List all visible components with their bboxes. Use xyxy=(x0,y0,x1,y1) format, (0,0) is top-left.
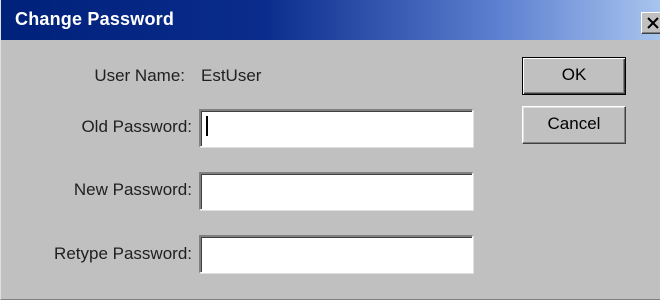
ok-button[interactable]: OK xyxy=(522,57,626,95)
user-name-value: EstUser xyxy=(201,66,262,85)
close-button[interactable] xyxy=(641,12,660,34)
close-x-icon xyxy=(647,17,659,29)
change-password-dialog: Change Password User Name: EstUser Old P… xyxy=(0,0,660,300)
old-password-field[interactable] xyxy=(199,109,473,147)
old-password-label: Old Password: xyxy=(81,117,192,136)
retype-password-field[interactable] xyxy=(199,235,473,273)
retype-password-label: Retype Password: xyxy=(54,244,192,263)
user-name-label: User Name: xyxy=(94,66,185,85)
window-title: Change Password xyxy=(15,9,175,29)
new-password-field[interactable] xyxy=(199,172,473,210)
cancel-button[interactable]: Cancel xyxy=(522,106,626,144)
text-caret xyxy=(206,116,208,136)
new-password-label: New Password: xyxy=(73,180,192,199)
title-bar[interactable]: Change Password xyxy=(1,0,660,40)
